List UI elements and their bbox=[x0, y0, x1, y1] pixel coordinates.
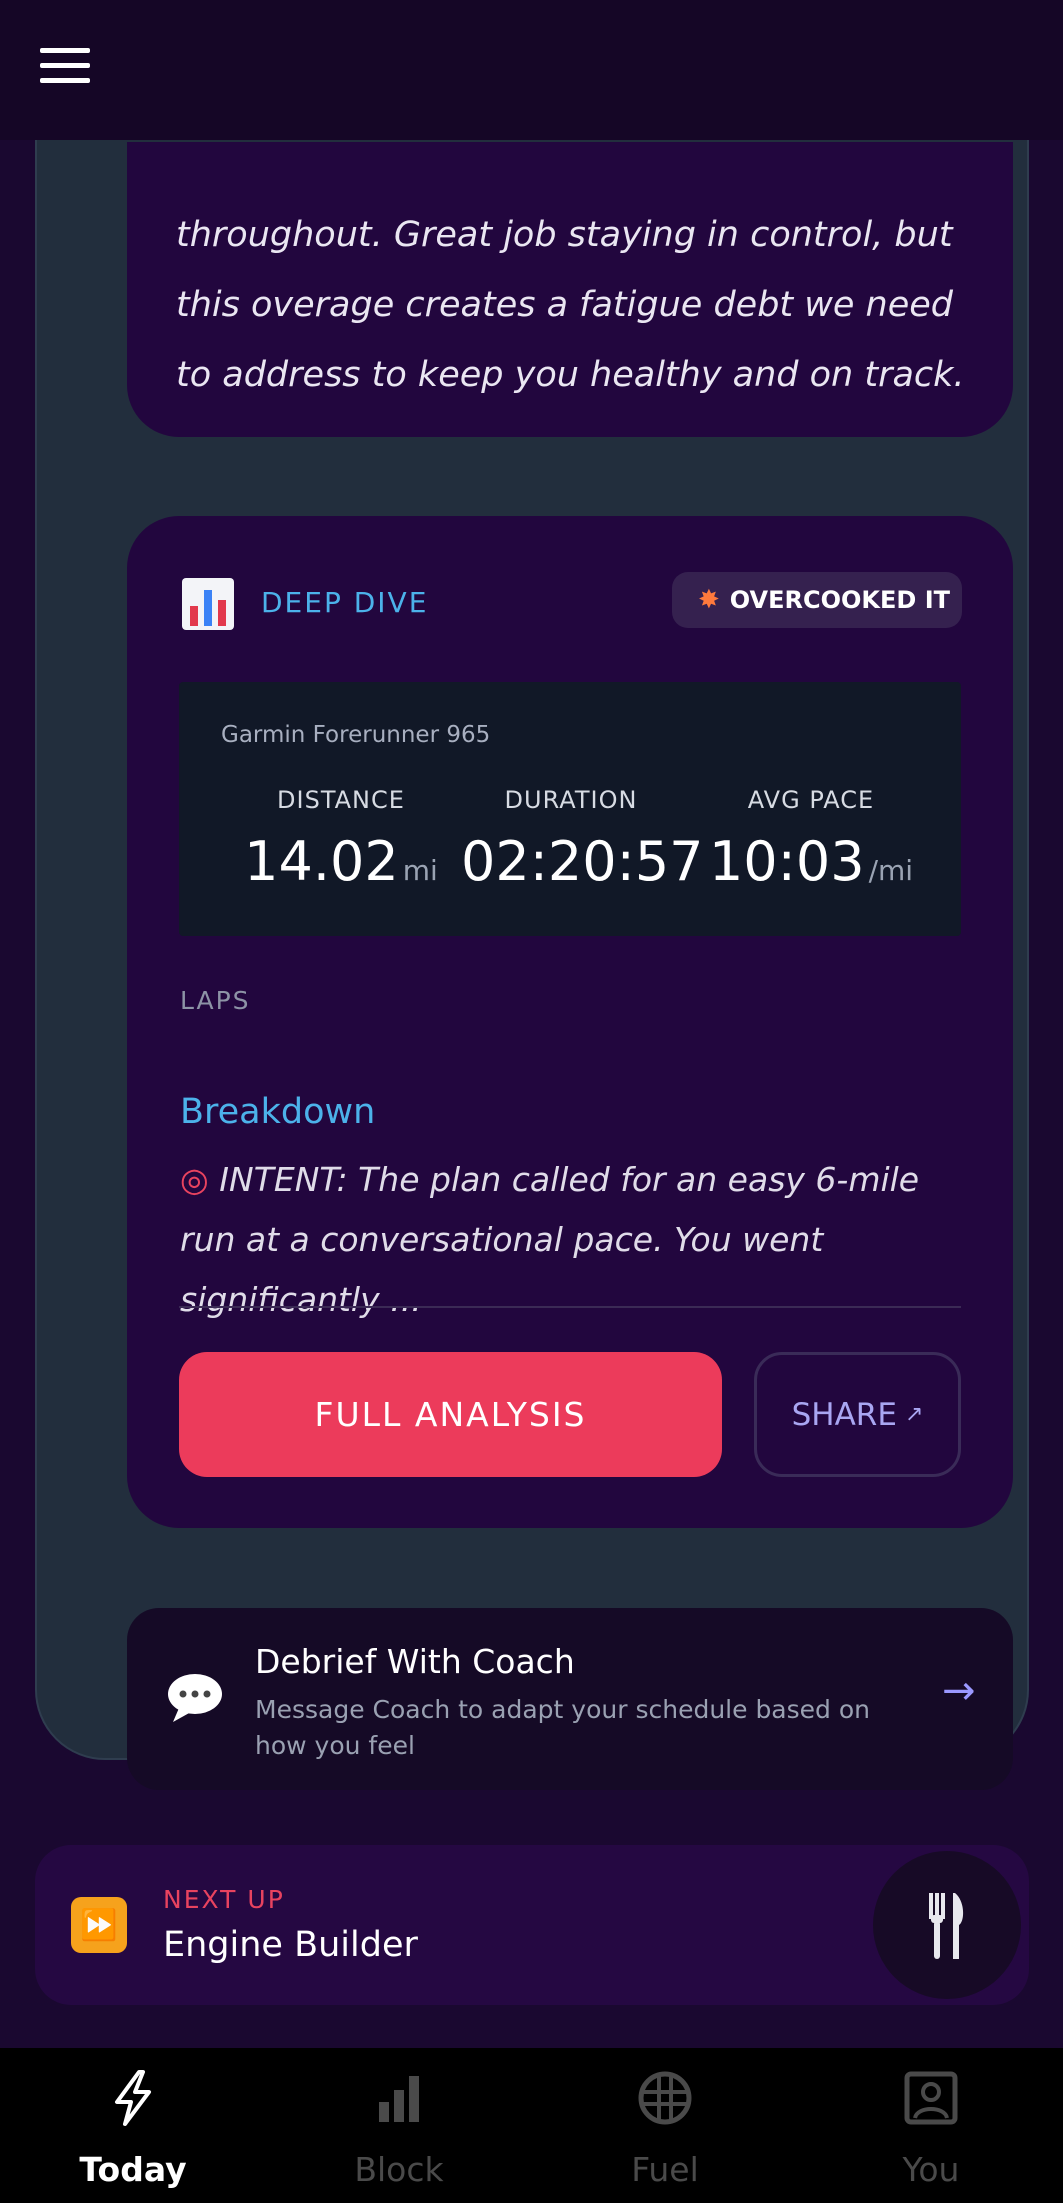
stat-distance: DISTANCE 14.02 mi bbox=[231, 786, 451, 893]
fork-knife-icon bbox=[929, 1893, 964, 1959]
stat-value: 14.02 bbox=[244, 830, 399, 893]
coach-summary-card: throughout. Great job staying in control… bbox=[127, 142, 1013, 437]
bar-chart-icon bbox=[182, 578, 234, 630]
lightning-icon bbox=[115, 2070, 151, 2126]
collision-icon: ✸ bbox=[698, 585, 720, 615]
coach-summary-text: throughout. Great job staying in control… bbox=[176, 215, 965, 395]
device-name: Garmin Forerunner 965 bbox=[221, 722, 491, 748]
tab-label: Fuel bbox=[631, 2150, 699, 2189]
stat-label: DISTANCE bbox=[277, 786, 405, 814]
intent-text: ◎ INTENT: The plan called for an easy 6-… bbox=[180, 1150, 970, 1330]
stat-unit: mi bbox=[402, 854, 438, 887]
fast-forward-icon: ⏩ bbox=[71, 1897, 127, 1953]
status-badge-text: OVERCOOKED IT bbox=[729, 586, 950, 614]
full-analysis-button[interactable]: FULL ANALYSIS bbox=[179, 1352, 722, 1477]
stat-value: 10:03 bbox=[708, 830, 865, 893]
deep-dive-label: DEEP DIVE bbox=[261, 586, 429, 619]
stat-avg-pace: AVG PACE 10:03/mi bbox=[691, 786, 931, 893]
arrow-up-right-icon: ↗ bbox=[904, 1402, 924, 1427]
tab-label: Today bbox=[79, 2150, 187, 2189]
tab-you[interactable]: You bbox=[798, 2048, 1063, 2203]
workout-card: throughout. Great job staying in control… bbox=[35, 80, 1029, 1790]
debrief-subtitle: Message Coach to adapt your schedule bas… bbox=[255, 1695, 870, 1760]
breakdown-title: Breakdown bbox=[180, 1092, 376, 1132]
hamburger-menu-icon[interactable] bbox=[40, 48, 90, 84]
fuel-fab-button[interactable] bbox=[873, 1851, 1021, 1999]
stat-duration: DURATION 02:20:57 bbox=[461, 786, 704, 893]
stat-label: DURATION bbox=[504, 786, 638, 814]
laps-heading: LAPS bbox=[180, 986, 251, 1015]
tab-label: You bbox=[902, 2150, 960, 2189]
person-icon bbox=[904, 2071, 958, 2125]
divider bbox=[179, 1306, 961, 1308]
bar-chart-icon bbox=[379, 2076, 419, 2122]
tab-today[interactable]: Today bbox=[0, 2048, 266, 2203]
globe-icon bbox=[638, 2071, 692, 2125]
share-button[interactable]: SHARE ↗ bbox=[754, 1352, 961, 1477]
deep-dive-card: DEEP DIVE ✸ OVERCOOKED IT Garmin Forerun… bbox=[127, 516, 1013, 1528]
status-badge: ✸ OVERCOOKED IT bbox=[672, 572, 962, 628]
tab-fuel[interactable]: Fuel bbox=[532, 2048, 798, 2203]
tab-block[interactable]: Block bbox=[266, 2048, 532, 2203]
debrief-with-coach-button[interactable]: Debrief With Coach Message Coach to adap… bbox=[127, 1608, 1013, 1790]
top-app-bar bbox=[0, 0, 1063, 140]
intent-description: INTENT: The plan called for an easy 6-mi… bbox=[180, 1160, 920, 1319]
tab-label: Block bbox=[354, 2150, 444, 2189]
workout-stats-panel: Garmin Forerunner 965 DISTANCE 14.02 mi D… bbox=[179, 682, 961, 936]
speech-bubble-icon bbox=[168, 1674, 222, 1722]
arrow-right-icon: → bbox=[942, 1668, 976, 1714]
next-up-title: Engine Builder bbox=[163, 1925, 418, 1965]
target-icon: ◎ bbox=[180, 1160, 209, 1199]
bottom-tab-bar: Today Block Fuel You bbox=[0, 2048, 1063, 2203]
share-label: SHARE bbox=[791, 1396, 897, 1433]
stat-label: AVG PACE bbox=[747, 786, 875, 814]
stat-value: 02:20:57 bbox=[461, 830, 704, 893]
stat-unit: /mi bbox=[868, 854, 914, 887]
debrief-title: Debrief With Coach bbox=[255, 1642, 575, 1681]
next-up-label: NEXT UP bbox=[163, 1885, 285, 1914]
next-up-card[interactable]: ⏩ NEXT UP Engine Builder bbox=[35, 1845, 1029, 2005]
